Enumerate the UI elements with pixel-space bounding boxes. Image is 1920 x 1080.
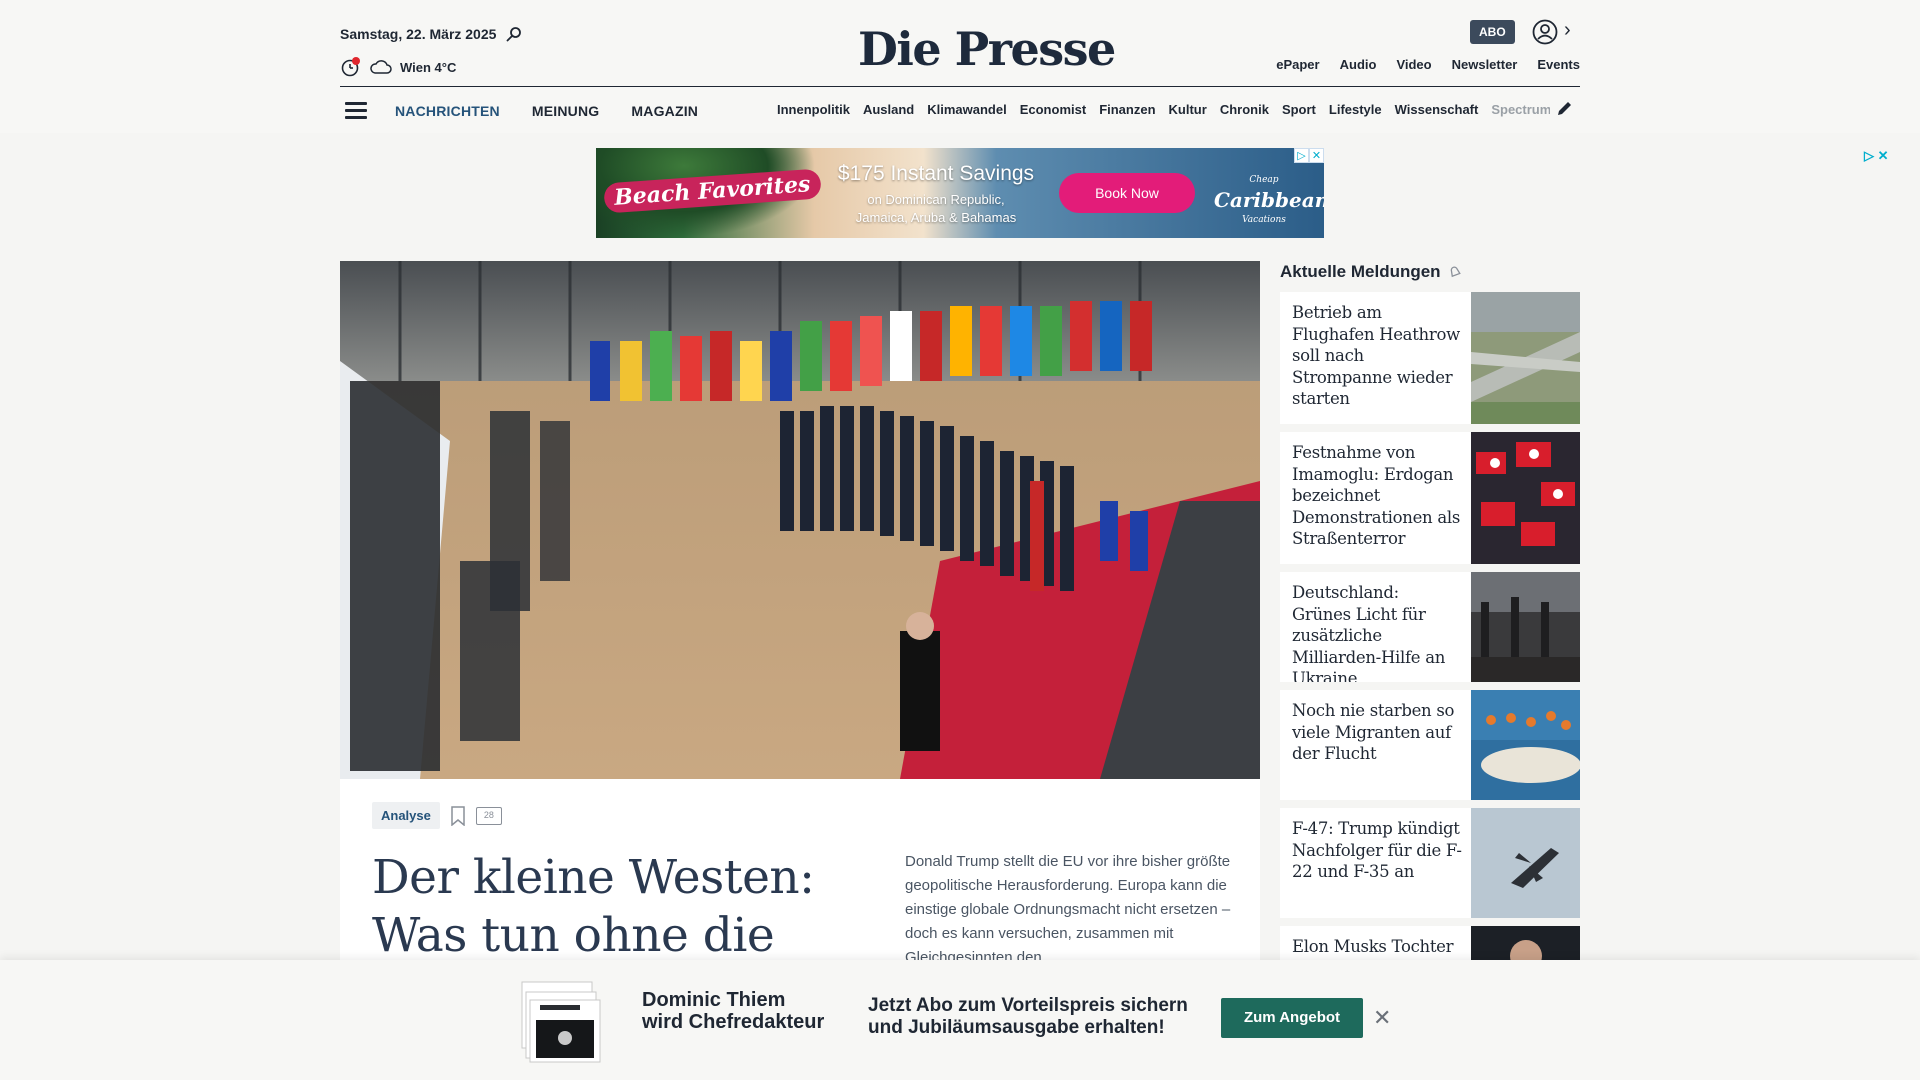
nav-kultur[interactable]: Kultur — [1169, 102, 1207, 117]
ad-brand-logo: Cheap Caribbean Vacations — [1214, 170, 1324, 230]
ad-title: $175 Instant Savings — [837, 162, 1035, 185]
news-title: Betrieb am Flughafen Heathrow soll nach … — [1292, 303, 1460, 408]
link-audio[interactable]: Audio — [1340, 57, 1377, 72]
header-inner: Samstag, 22. März 2025 Wien 4°C Die Pres… — [340, 0, 1580, 133]
bell-icon[interactable] — [1447, 264, 1463, 280]
promo-text-line-1: Jetzt Abo zum Vorteilspreis sichern — [868, 995, 1188, 1016]
nav-klimawandel[interactable]: Klimawandel — [927, 102, 1006, 117]
news-title: Elon Musks Tochter — [1292, 937, 1454, 956]
nav-ausland[interactable]: Ausland — [863, 102, 914, 117]
news-item[interactable]: F-47: Trump kündigt Nachfolger für die F… — [1280, 808, 1580, 918]
headline-line-1: Der kleine Westen: — [372, 850, 815, 905]
site-logo[interactable]: Die Presse — [858, 22, 1116, 76]
hero-image[interactable] — [340, 261, 1260, 779]
nav-economist[interactable]: Economist — [1020, 102, 1086, 117]
ad-subtitle: on Dominican Republic, Jamaica, Aruba & … — [811, 191, 1061, 227]
ad-brand-sub: Vacations — [1242, 215, 1286, 225]
nav-sport[interactable]: Sport — [1282, 102, 1316, 117]
news-item[interactable]: Betrieb am Flughafen Heathrow soll nach … — [1280, 292, 1580, 424]
nav-lifestyle[interactable]: Lifestyle — [1329, 102, 1382, 117]
user-account-icon[interactable] — [1532, 19, 1558, 45]
site-header: Samstag, 22. März 2025 Wien 4°C Die Pres… — [0, 0, 1920, 133]
promo-name-line-2: wird Chefredakteur — [642, 1011, 825, 1033]
news-item[interactable]: Noch nie starben so viele Migranten auf … — [1280, 690, 1580, 800]
date-line: Samstag, 22. März 2025 — [340, 26, 522, 42]
main-navigation: NACHRICHTEN MEINUNG MAGAZIN Innenpolitik… — [340, 88, 1580, 133]
ad-choices: ▷ ✕ — [1294, 148, 1324, 163]
hero-article[interactable]: Analyse 28 Der kleine Westen: Was tun oh… — [340, 261, 1260, 1021]
menu-icon[interactable] — [345, 98, 367, 123]
zum-angebot-button[interactable]: Zum Angebot — [1221, 998, 1363, 1038]
header-divider — [340, 86, 1580, 87]
news-title: Festnahme von Imamoglu: Erdogan bezeichn… — [1292, 443, 1461, 548]
ad-brand-name: Caribbean — [1214, 188, 1324, 212]
hero-teaser: Donald Trump stellt die EU vor ihre bish… — [905, 853, 1231, 966]
eu-summit-photo — [340, 261, 1260, 779]
pencil-icon[interactable] — [1556, 99, 1574, 117]
ad-sub-line-1: on Dominican Republic, — [867, 192, 1005, 207]
ad-close-icon[interactable]: ✕ — [1309, 148, 1324, 163]
nav-chronik[interactable]: Chronik — [1220, 102, 1269, 117]
ad-choices-icon[interactable]: ▷ — [1294, 148, 1309, 163]
article-meta: Analyse 28 — [372, 802, 502, 829]
ad-brand-small: Cheap — [1249, 175, 1279, 185]
top-links: ePaper Audio Video Newsletter Events — [1276, 57, 1580, 72]
link-newsletter[interactable]: Newsletter — [1452, 57, 1518, 72]
cloud-icon — [370, 60, 392, 74]
news-thumbnail-protest — [1471, 432, 1580, 564]
news-thumbnail-migrants — [1471, 690, 1580, 800]
comment-count: 28 — [483, 809, 494, 820]
news-thumbnail-ruins — [1471, 572, 1580, 682]
close-icon[interactable]: ✕ — [1373, 1005, 1391, 1031]
promo-text-line-2: und Jubiläumsausgabe erhalten! — [868, 1017, 1165, 1038]
nav-meinung[interactable]: MEINUNG — [532, 103, 600, 119]
advertisement-banner[interactable]: Beach Favorites $175 Instant Savings on … — [596, 148, 1324, 238]
news-item[interactable]: Deutschland: Grünes Licht für zusätzlich… — [1280, 572, 1580, 682]
notification-clock-icon[interactable] — [340, 56, 362, 78]
link-video[interactable]: Video — [1396, 57, 1431, 72]
chevron-right-icon[interactable]: › — [1564, 19, 1571, 42]
nav-magazin[interactable]: MAGAZIN — [631, 103, 698, 119]
link-epaper[interactable]: ePaper — [1276, 57, 1319, 72]
news-item[interactable]: Festnahme von Imamoglu: Erdogan bezeichn… — [1280, 432, 1580, 564]
abo-button[interactable]: ABO — [1470, 20, 1515, 44]
sidebar-title-text: Aktuelle Meldungen — [1280, 262, 1441, 281]
category-tag[interactable]: Analyse — [372, 802, 440, 829]
promo-offer-text: Jetzt Abo zum Vorteilspreis sichern und … — [868, 995, 1188, 1039]
promo-name-line-1: Dominic Thiem — [642, 989, 786, 1011]
nav-spectrum[interactable]: Spectrum — [1491, 102, 1550, 117]
search-icon[interactable] — [506, 26, 522, 42]
news-title: F-47: Trump kündigt Nachfolger für die F… — [1292, 819, 1462, 881]
weather-text: Wien 4°C — [400, 59, 457, 75]
sidebar-heading: Aktuelle Meldungen — [1280, 262, 1463, 282]
news-title: Noch nie starben so viele Migranten auf … — [1292, 701, 1455, 763]
ad-side-close-icon[interactable]: ▷ ✕ — [1864, 148, 1889, 164]
comments-badge[interactable]: 28 — [475, 806, 502, 825]
nav-wissenschaft[interactable]: Wissenschaft — [1395, 102, 1479, 117]
nav-nachrichten[interactable]: NACHRICHTEN — [395, 103, 500, 119]
sub-navigation: Innenpolitik Ausland Klimawandel Economi… — [777, 102, 1550, 117]
newspaper-stack-image — [521, 981, 601, 1063]
current-date: Samstag, 22. März 2025 — [340, 26, 497, 42]
ad-book-now-button[interactable]: Book Now — [1059, 173, 1195, 213]
ad-sub-line-2: Jamaica, Aruba & Bahamas — [855, 210, 1017, 225]
nav-innenpolitik[interactable]: Innenpolitik — [777, 102, 850, 117]
link-events[interactable]: Events — [1537, 57, 1580, 72]
bookmark-icon[interactable] — [450, 805, 466, 826]
news-thumbnail-airport — [1471, 292, 1580, 424]
weather-line: Wien 4°C — [340, 56, 456, 78]
subscription-promo-bar: Dominic Thiem wird Chefredakteur Jetzt A… — [0, 960, 1920, 1080]
news-thumbnail-jet — [1471, 808, 1580, 918]
news-title: Deutschland: Grünes Licht für zusätzlich… — [1292, 583, 1446, 682]
nav-finanzen[interactable]: Finanzen — [1099, 102, 1155, 117]
promo-headline: Dominic Thiem wird Chefredakteur — [642, 989, 824, 1033]
